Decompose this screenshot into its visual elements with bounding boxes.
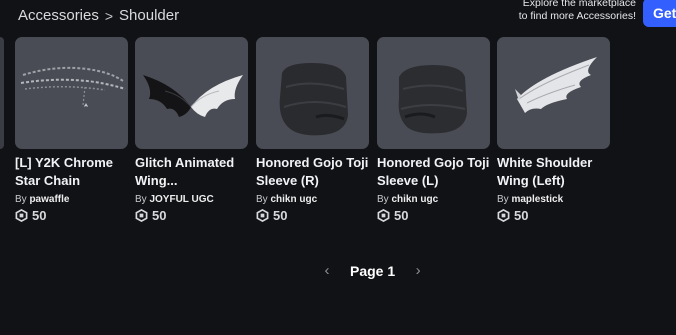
by-label: By xyxy=(135,194,147,205)
item-card[interactable]: [L] Y2K Chrome Star Chain By pawaffle 50 xyxy=(15,37,128,223)
promo-line-2: to find more Accessories! xyxy=(518,10,636,22)
marketplace-promo: Explore the marketplace to find more Acc… xyxy=(519,0,636,23)
chevron-left-icon[interactable]: ‹ xyxy=(322,262,332,279)
item-price: 50 xyxy=(15,208,128,223)
robux-icon xyxy=(497,209,510,222)
chevron-right-icon: > xyxy=(104,7,114,24)
item-price: 50 xyxy=(377,208,490,223)
star-chain-image xyxy=(20,66,126,107)
price-value: 50 xyxy=(152,208,167,223)
chevron-right-icon[interactable]: › xyxy=(413,262,423,279)
item-card[interactable]: Glitch Animated Wing... By JOYFUL UGC 50 xyxy=(135,37,248,223)
by-label: By xyxy=(497,194,509,205)
sleeve-left-image xyxy=(398,65,467,134)
item-creator: By JOYFUL UGC xyxy=(135,194,248,206)
robux-icon xyxy=(377,209,390,222)
item-card[interactable]: Honored Gojo Toji Sleeve (R) By chikn ug… xyxy=(256,37,369,223)
price-value: 50 xyxy=(273,208,288,223)
item-thumbnail[interactable] xyxy=(15,37,128,149)
item-name[interactable]: Glitch Animated Wing... xyxy=(135,154,248,190)
item-name[interactable]: Honored Gojo Toji Sleeve (L) xyxy=(377,154,490,190)
item-creator: By maplestick xyxy=(497,194,610,206)
item-price: 50 xyxy=(256,208,369,223)
price-value: 50 xyxy=(514,208,529,223)
creator-name[interactable]: chikn ugc xyxy=(270,194,317,205)
promo-line-1: Explore the marketplace xyxy=(522,0,636,9)
item-price: 50 xyxy=(135,208,248,223)
breadcrumb-accessories-link[interactable]: Accessories xyxy=(18,7,99,24)
creator-name[interactable]: JOYFUL UGC xyxy=(149,194,213,205)
by-label: By xyxy=(377,194,389,205)
item-creator: By pawaffle xyxy=(15,194,128,206)
item-name[interactable]: [L] Y2K Chrome Star Chain xyxy=(15,154,128,190)
item-price: 50 xyxy=(497,208,610,223)
glitch-wing-image xyxy=(143,75,243,117)
breadcrumb-current: Shoulder xyxy=(119,7,180,24)
item-thumbnail[interactable] xyxy=(497,37,610,149)
item-name[interactable]: Honored Gojo Toji Sleeve (R) xyxy=(256,154,369,190)
price-value: 50 xyxy=(32,208,47,223)
item-thumbnail[interactable] xyxy=(135,37,248,149)
item-creator: By chikn ugc xyxy=(377,194,490,206)
scroll-left-edge xyxy=(0,37,4,149)
item-card[interactable]: Honored Gojo Toji Sleeve (L) By chikn ug… xyxy=(377,37,490,223)
item-name[interactable]: White Shoulder Wing (Left) xyxy=(497,154,610,190)
item-thumbnail[interactable] xyxy=(256,37,369,149)
white-wing-image xyxy=(515,57,597,113)
creator-name[interactable]: chikn ugc xyxy=(391,194,438,205)
breadcrumb: Accessories > Shoulder xyxy=(18,7,179,24)
price-value: 50 xyxy=(394,208,409,223)
item-card[interactable]: White Shoulder Wing (Left) By maplestick… xyxy=(497,37,610,223)
robux-icon xyxy=(135,209,148,222)
get-button[interactable]: Get xyxy=(643,0,676,27)
sleeve-right-image xyxy=(279,63,348,136)
item-creator: By chikn ugc xyxy=(256,194,369,206)
item-thumbnail[interactable] xyxy=(377,37,490,149)
by-label: By xyxy=(256,194,268,205)
pagination: ‹ Page 1 › xyxy=(322,262,423,279)
page-indicator: Page 1 xyxy=(350,262,396,279)
robux-icon xyxy=(256,209,269,222)
creator-name[interactable]: maplestick xyxy=(511,194,563,205)
by-label: By xyxy=(15,194,27,205)
robux-icon xyxy=(15,209,28,222)
creator-name[interactable]: pawaffle xyxy=(29,194,69,205)
